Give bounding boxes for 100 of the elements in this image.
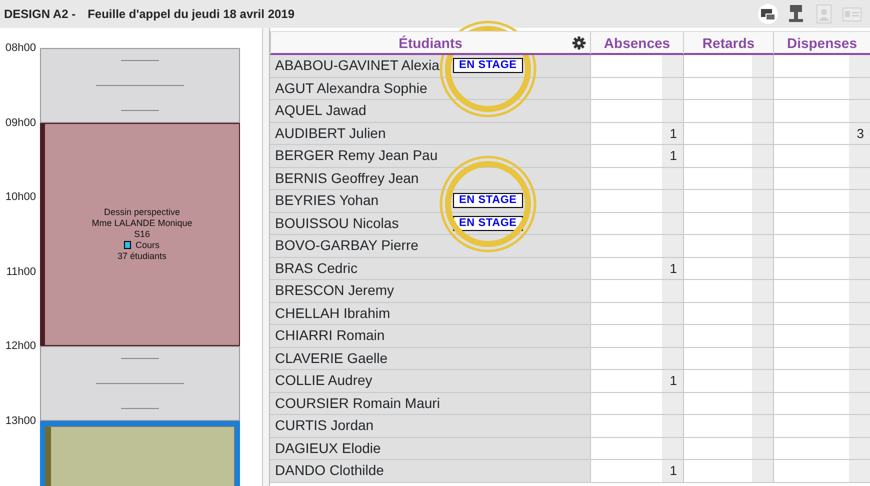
panel-splitter[interactable]	[262, 28, 270, 486]
status-tag: EN STAGE	[453, 216, 523, 231]
table-cell[interactable]	[773, 258, 870, 280]
dash-line	[120, 408, 160, 409]
table-cell[interactable]	[683, 280, 773, 302]
status-tag: EN STAGE	[453, 58, 523, 74]
table-cell[interactable]: 3	[773, 122, 870, 145]
column-header[interactable]: Retards	[683, 32, 773, 54]
table-cell[interactable]	[773, 438, 870, 460]
student-name: DAGIEUX Elodie	[275, 438, 382, 458]
hour-label: 08h00	[4, 41, 37, 55]
table-cell[interactable]: 1	[590, 122, 683, 145]
dash-line	[120, 110, 160, 111]
table-cell[interactable]	[590, 212, 683, 235]
table-cell[interactable]: 1	[590, 258, 683, 280]
table-cell[interactable]	[773, 392, 870, 415]
table-cell[interactable]	[590, 100, 683, 122]
table-cell[interactable]	[683, 258, 773, 280]
table-cell[interactable]	[683, 100, 773, 122]
table-cell[interactable]	[683, 392, 773, 415]
table-cell[interactable]	[590, 78, 683, 100]
student-name: COLLIE Audrey	[275, 371, 374, 390]
table-cell[interactable]	[683, 190, 773, 212]
table-cell[interactable]	[683, 460, 773, 482]
table-cell[interactable]	[590, 168, 683, 190]
student-name: CHELLAH Ibrahim	[275, 304, 392, 323]
table-cell[interactable]	[773, 78, 870, 100]
course-text: S16	[134, 228, 150, 240]
table-cell[interactable]	[773, 280, 870, 302]
course-text: Mme LALANDE Monique	[92, 218, 192, 229]
table-cell[interactable]	[683, 370, 773, 392]
student-name: AGUT Alexandra Sophie	[275, 78, 428, 98]
course-text: Dessin perspective	[104, 206, 180, 218]
table-cell[interactable]	[590, 325, 683, 348]
table-cell[interactable]	[773, 212, 870, 235]
window-title: Feuille d'appel du jeudi 18 avril 2019	[88, 6, 295, 23]
table-cell[interactable]	[590, 392, 683, 415]
table-cell[interactable]	[683, 168, 773, 190]
table-cell[interactable]	[773, 302, 870, 325]
table-cell[interactable]	[773, 168, 870, 190]
student-name: BOVO-GARBAY Pierre	[275, 236, 420, 256]
settings-icon[interactable]	[572, 36, 586, 50]
table-cell[interactable]	[683, 122, 773, 145]
table-cell[interactable]	[773, 370, 870, 392]
table-cell[interactable]	[590, 348, 683, 370]
table-cell[interactable]: 1	[590, 370, 683, 392]
hour-label: 09h00	[4, 116, 37, 130]
student-name: CLAVERIE Gaelle	[275, 348, 389, 368]
column-header[interactable]: Dispenses	[773, 32, 870, 54]
dash-line	[120, 358, 160, 359]
table-cell[interactable]	[773, 100, 870, 122]
student-name: DANDO Clothilde	[275, 461, 385, 480]
student-name: BEYRIES Yohan	[275, 191, 380, 210]
table-cell[interactable]	[590, 302, 683, 325]
screen-icon[interactable]	[758, 4, 778, 24]
student-name: BOUISSOU Nicolas	[275, 214, 400, 233]
column-header[interactable]: Absences	[590, 32, 683, 54]
table-cell[interactable]: 1	[590, 145, 683, 168]
hour-label: 11h00	[5, 264, 37, 278]
table-cell[interactable]	[590, 438, 683, 460]
table-cell[interactable]	[773, 460, 870, 482]
status-tag: EN STAGE	[453, 193, 523, 208]
hour-label: 10h00	[4, 190, 37, 204]
table-cell[interactable]	[773, 348, 870, 370]
table-cell[interactable]	[683, 325, 773, 348]
table-cell[interactable]	[683, 348, 773, 370]
course-type: Cours	[135, 240, 160, 251]
table-cell[interactable]	[590, 55, 683, 78]
table-cell[interactable]	[590, 235, 683, 258]
student-name: BRAS Cedric	[275, 258, 358, 278]
student-name: BRESCON Jeremy	[275, 281, 396, 300]
student-count: 37 étudiants	[117, 250, 167, 262]
dash-line	[120, 60, 160, 61]
course-block[interactable]	[40, 420, 240, 486]
table-cell[interactable]	[683, 145, 773, 168]
hour-label: 12h00	[4, 339, 37, 353]
table-cell[interactable]	[773, 190, 870, 212]
table-cell[interactable]	[773, 235, 870, 258]
table-cell[interactable]	[683, 78, 773, 100]
table-cell[interactable]	[590, 280, 683, 302]
table-cell[interactable]	[773, 415, 870, 438]
table-cell[interactable]	[683, 212, 773, 235]
table-cell[interactable]	[590, 415, 683, 438]
table-cell[interactable]	[773, 145, 870, 168]
student-name: ABABOU-GAVINET Alexia	[275, 56, 440, 76]
course-block[interactable]: Dessin perspective Mme LALANDE Monique S16 Cours 37 étudiants	[40, 122, 240, 346]
table-cell[interactable]	[683, 302, 773, 325]
table-cell[interactable]	[683, 438, 773, 460]
table-cell[interactable]	[773, 325, 870, 348]
table-cell[interactable]	[683, 235, 773, 258]
column-header[interactable]: Étudiants	[270, 32, 590, 54]
student-name: CURTIS Jordan	[275, 416, 375, 436]
table-cell[interactable]: 1	[590, 460, 683, 482]
type-square-icon	[124, 241, 132, 250]
table-cell[interactable]	[590, 190, 683, 212]
table-cell[interactable]	[773, 55, 870, 78]
student-name: CHIARRI Romain	[275, 326, 386, 346]
table-cell[interactable]	[683, 415, 773, 438]
table-cell[interactable]	[683, 55, 773, 78]
student-name: BERNIS Geoffrey Jean	[275, 168, 420, 188]
